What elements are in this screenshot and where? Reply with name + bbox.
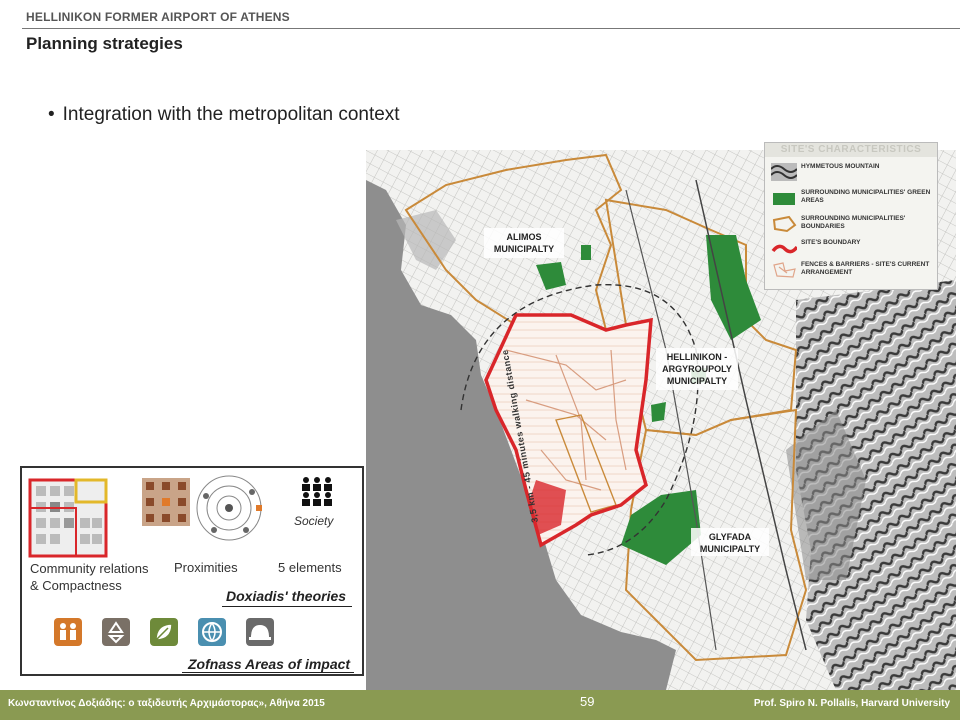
bullet-text: Integration with the metropolitan contex… [62, 104, 400, 125]
elements-caption: 5 elements [278, 560, 342, 575]
legend-item-green-areas: SURROUNDING MUNICIPALITIES' GREEN AREAS [769, 185, 935, 213]
alimos-label-line1: ALIMOS [507, 232, 542, 242]
legend-title: SITE'S CHARACTERISTICS [765, 143, 937, 157]
footer-citation: Κωνσταντίνος Δοξιάδης: ο ταξιδευτής Αρχι… [8, 698, 325, 709]
footer-author: Prof. Spiro N. Pollalis, Harvard Univers… [753, 698, 950, 709]
zofnass-rule [182, 672, 354, 673]
site-boundary-swatch-icon [771, 244, 797, 254]
legend-label: FENCES & BARRIERS - SITE'S CURRENT ARRAN… [801, 261, 930, 276]
legend-label: HYMMETOUS MOUNTAIN [801, 163, 880, 170]
people-icon [54, 618, 82, 646]
theories-panel: Society Community relations & Compactnes… [20, 466, 364, 676]
alimos-label: ALIMOS MUNICIPALTY [484, 228, 564, 258]
hellinikon-label-line3: MUNICIPALTY [667, 376, 727, 386]
proximities-caption: Proximities [174, 560, 238, 575]
glyfada-label-line2: MUNICIPALTY [700, 544, 760, 554]
header-rule [22, 28, 960, 29]
society-icon [302, 477, 332, 506]
glyfada-label: GLYFADA MUNICIPALTY [691, 528, 769, 556]
mountain-swatch-icon [771, 163, 797, 181]
community-grid-icon [28, 478, 108, 558]
fence-swatch-icon [773, 262, 796, 278]
green-area [581, 245, 591, 260]
leaf-icon [150, 618, 178, 646]
map-legend: SITE'S CHARACTERISTICS HYMMETOUS MOUNTAI… [764, 142, 938, 290]
globe-icon [198, 618, 226, 646]
community-caption: Community relations & Compactness [30, 561, 149, 593]
legend-item-mountain: HYMMETOUS MOUNTAIN [769, 159, 935, 187]
green-area [651, 402, 666, 422]
glyfada-label-line1: GLYFADA [709, 532, 752, 542]
zofnass-heading: Zofnass Areas of impact [188, 656, 351, 672]
society-label: Society [294, 514, 334, 528]
page-number: 59 [580, 694, 595, 709]
slide-subtitle: Planning strategies [26, 34, 183, 53]
alimos-label-line2: MUNICIPALTY [494, 244, 554, 254]
footer-bar: Κωνσταντίνος Δοξιάδης: ο ταξιδευτής Αρχι… [0, 690, 960, 720]
concentric-circles-icon [196, 475, 262, 541]
hellinikon-label-line1: HELLINIKON - [667, 352, 728, 362]
bullet-dot: • [48, 104, 55, 125]
doxiadis-rule [222, 606, 352, 607]
legend-label: SITE'S BOUNDARY [801, 239, 861, 246]
bullet-point: • Integration with the metropolitan conte… [48, 104, 400, 126]
doxiadis-heading: Doxiadis' theories [226, 588, 347, 604]
legend-label: SURROUNDING MUNICIPALITIES' GREEN AREAS [801, 189, 931, 204]
proximity-pattern-icon [142, 478, 190, 526]
hellinikon-label-line2: ARGYROUPOLY [662, 364, 732, 374]
recycle-icon [102, 618, 130, 646]
header-title: HELLINIKON FORMER AIRPORT OF ATHENS [26, 10, 290, 24]
legend-item-fences: FENCES & BARRIERS - SITE'S CURRENT ARRAN… [769, 257, 935, 285]
boundary-swatch-icon [772, 215, 797, 233]
green-swatch-icon [773, 193, 795, 205]
hellinikon-label: HELLINIKON - ARGYROUPOLY MUNICIPALTY [656, 348, 738, 390]
helmet-icon [246, 618, 274, 646]
legend-label: SURROUNDING MUNICIPALITIES' BOUNDARIES [801, 215, 906, 230]
